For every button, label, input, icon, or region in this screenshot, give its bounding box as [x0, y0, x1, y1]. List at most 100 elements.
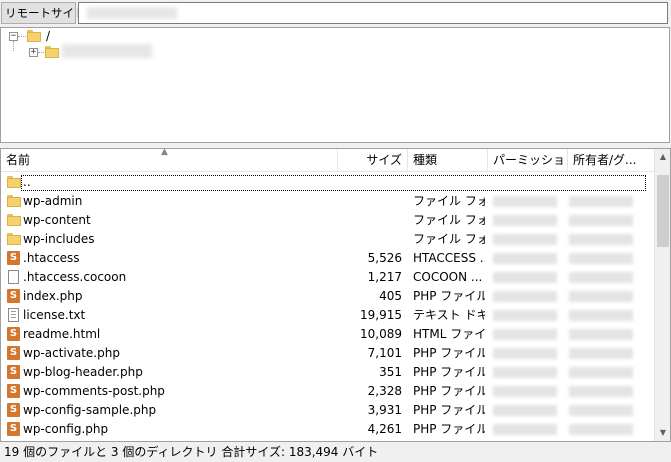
column-header-permission[interactable]: パーミッション: [488, 149, 568, 171]
file-size: 3,931: [367, 403, 402, 417]
php-file-icon: S: [7, 289, 20, 303]
file-type: PHP ファイル: [413, 289, 485, 303]
scrollbar-thumb[interactable]: [657, 175, 669, 247]
redacted-permission: [493, 424, 557, 435]
redacted-owner: [569, 253, 633, 264]
file-name: wp-config.php: [23, 422, 109, 436]
redacted-permission: [493, 234, 557, 245]
text-file-icon: [8, 308, 19, 322]
focus-rectangle: [21, 175, 646, 191]
redacted-path: [87, 7, 177, 19]
redacted-permission: [493, 215, 557, 226]
redacted-permission: [493, 348, 557, 359]
file-type: PHP ファイル: [413, 422, 485, 436]
file-size: 19,915: [360, 308, 402, 322]
redacted-owner: [569, 196, 633, 207]
file-row[interactable]: ..: [1, 173, 654, 192]
file-type: PHP ファイル: [413, 384, 485, 398]
redacted-folder-name[interactable]: [62, 44, 152, 58]
file-list-header: 名前 サイズ 種類 パーミッション 所有者/グ... ▲: [1, 149, 654, 172]
redacted-owner: [569, 272, 633, 283]
file-type: テキスト ドキ...: [413, 308, 485, 322]
redacted-permission: [493, 329, 557, 340]
column-header-size[interactable]: サイズ: [338, 149, 408, 171]
file-name: wp-blog-header.php: [23, 365, 143, 379]
collapse-root-toggle[interactable]: −: [9, 32, 18, 41]
folder-icon: [45, 46, 59, 58]
file-row[interactable]: .htaccess.cocoon 1,217 COCOON ...: [1, 268, 654, 287]
redacted-permission: [493, 367, 557, 378]
redacted-permission: [493, 253, 557, 264]
redacted-permission: [493, 310, 557, 321]
vertical-scrollbar[interactable]: ▲ ▼: [654, 149, 670, 441]
file-size: 2,328: [367, 384, 402, 398]
file-name: .htaccess.cocoon: [23, 270, 127, 284]
column-header-type[interactable]: 種類: [408, 149, 488, 171]
column-header-name[interactable]: 名前: [1, 149, 338, 171]
tree-connector: [13, 41, 14, 51]
file-size: 10,089: [360, 327, 402, 341]
file-type: HTML ファイ...: [413, 327, 485, 341]
folder-icon: [27, 30, 41, 42]
sort-ascending-icon: ▲: [161, 148, 168, 157]
file-row[interactable]: wp-content ファイル フォ...: [1, 211, 654, 230]
php-file-icon: S: [7, 251, 20, 265]
scroll-up-icon[interactable]: ▲: [655, 149, 670, 165]
scroll-down-icon[interactable]: ▼: [655, 425, 670, 441]
file-size: 4,261: [367, 422, 402, 436]
file-icon: [8, 270, 19, 284]
tree-connector: [18, 36, 26, 37]
file-size: 351: [379, 365, 402, 379]
file-row[interactable]: Swp-config-sample.php 3,931 PHP ファイル: [1, 401, 654, 420]
redacted-owner: [569, 424, 633, 435]
remote-site-path-input[interactable]: [78, 2, 668, 24]
remote-site-bar: リモートサイト:: [0, 0, 671, 27]
remote-site-label: リモートサイト:: [1, 2, 89, 24]
redacted-owner: [569, 291, 633, 302]
file-type: PHP ファイル: [413, 403, 485, 417]
folder-icon: [7, 233, 21, 245]
file-name: wp-config-sample.php: [23, 403, 157, 417]
folder-icon: [7, 214, 21, 226]
php-file-icon: S: [7, 422, 20, 436]
redacted-owner: [569, 215, 633, 226]
file-row[interactable]: Sreadme.html 10,089 HTML ファイ...: [1, 325, 654, 344]
tree-root-label[interactable]: /: [46, 28, 50, 44]
file-size: 7,101: [367, 346, 402, 360]
redacted-permission: [493, 272, 557, 283]
redacted-permission: [493, 196, 557, 207]
file-row[interactable]: Swp-activate.php 7,101 PHP ファイル: [1, 344, 654, 363]
remote-directory-tree[interactable]: − / +: [0, 27, 670, 143]
file-name: index.php: [23, 289, 83, 303]
file-row[interactable]: wp-admin ファイル フォ...: [1, 192, 654, 211]
file-row[interactable]: Swp-blog-header.php 351 PHP ファイル: [1, 363, 654, 382]
redacted-permission: [493, 291, 557, 302]
redacted-permission: [493, 405, 557, 416]
file-row[interactable]: Swp-comments-post.php 2,328 PHP ファイル: [1, 382, 654, 401]
file-row[interactable]: Swp-config.php 4,261 PHP ファイル: [1, 420, 654, 439]
file-size: 405: [379, 289, 402, 303]
redacted-owner: [569, 386, 633, 397]
expand-child-toggle[interactable]: +: [29, 48, 38, 57]
file-row[interactable]: license.txt 19,915 テキスト ドキ...: [1, 306, 654, 325]
file-type: ファイル フォ...: [413, 213, 485, 227]
file-row[interactable]: wp-includes ファイル フォ...: [1, 230, 654, 249]
redacted-owner: [569, 348, 633, 359]
redacted-owner: [569, 367, 633, 378]
file-row[interactable]: S .htaccess 5,526 HTACCESS ...: [1, 249, 654, 268]
file-row[interactable]: Sindex.php 405 PHP ファイル: [1, 287, 654, 306]
file-name: wp-admin: [23, 194, 83, 208]
folder-icon: [7, 195, 21, 207]
tree-connector: [38, 52, 44, 53]
file-type: HTACCESS ...: [413, 251, 485, 265]
remote-file-list[interactable]: 名前 サイズ 種類 パーミッション 所有者/グ... ▲ .. wp-admin フ…: [0, 148, 671, 442]
redacted-owner: [569, 234, 633, 245]
file-name: wp-content: [23, 213, 91, 227]
html-file-icon: S: [7, 327, 20, 341]
file-type: ファイル フォ...: [413, 194, 485, 208]
column-header-owner[interactable]: 所有者/グ...: [568, 149, 654, 171]
status-bar: 19 個のファイルと 3 個のディレクトリ 合計サイズ: 183,494 バイト: [0, 442, 671, 462]
file-name: wp-includes: [23, 232, 95, 246]
file-name: .htaccess: [23, 251, 80, 265]
redacted-owner: [569, 405, 633, 416]
